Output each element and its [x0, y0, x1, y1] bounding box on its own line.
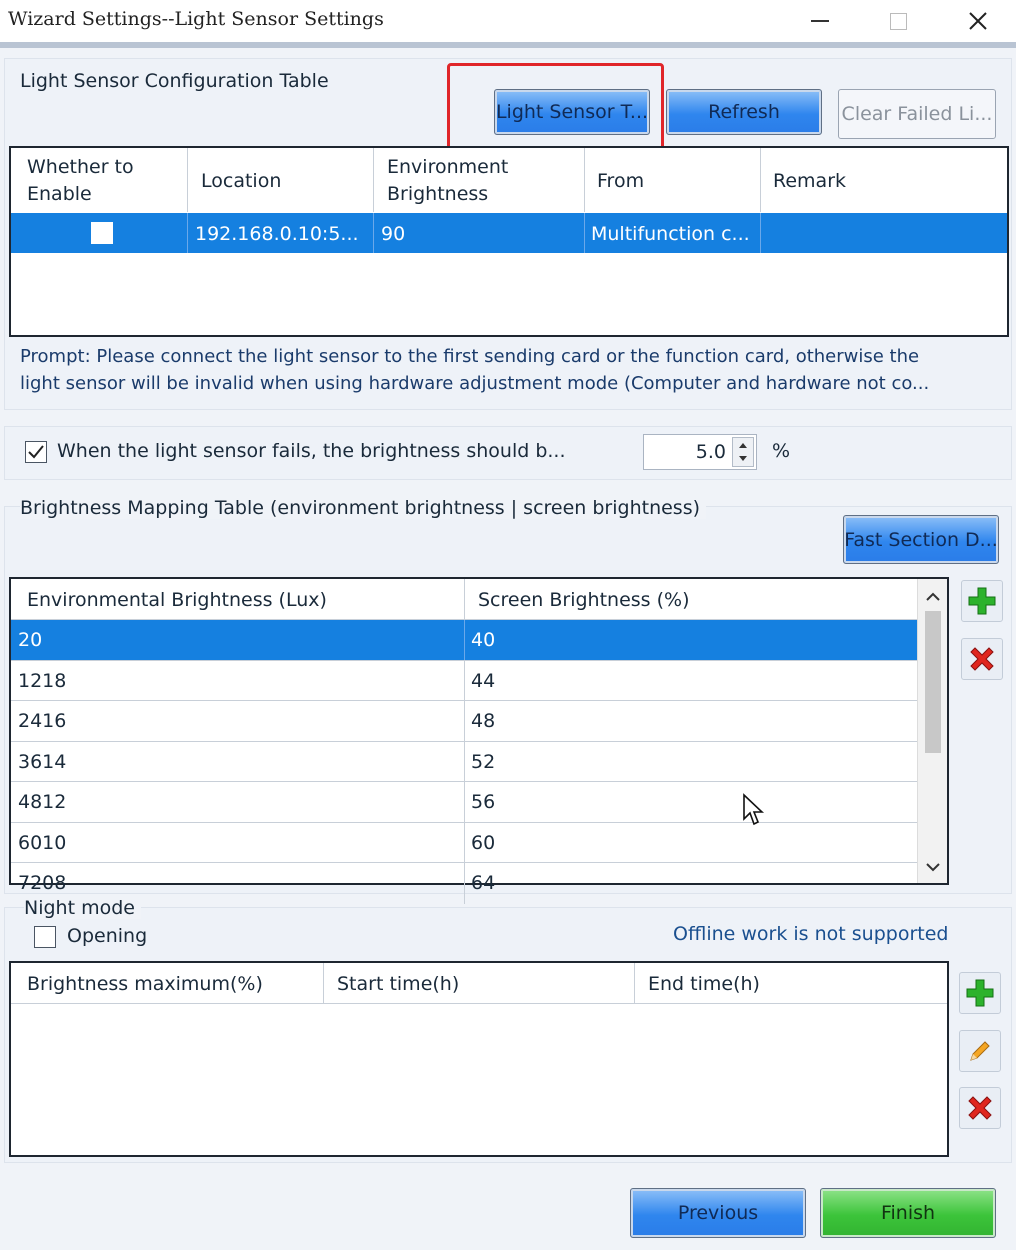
header-start-time: Start time(h)	[337, 973, 460, 995]
mapping-pct-cell: 64	[471, 872, 496, 894]
fast-section-button[interactable]: Fast Section D...	[843, 515, 999, 564]
mapping-row[interactable]: 20 40	[11, 619, 917, 661]
add-mapping-button[interactable]	[961, 580, 1003, 622]
pencil-icon	[970, 1041, 990, 1061]
mouse-cursor-icon	[743, 793, 765, 826]
plus-icon	[968, 587, 996, 615]
mapping-lux-cell: 6010	[18, 831, 67, 854]
maximize-icon	[889, 12, 907, 30]
scroll-down-icon[interactable]	[918, 853, 948, 883]
mapping-row[interactable]: 3614 52	[11, 740, 917, 782]
highlight-box	[447, 63, 664, 154]
sensor-from: Multifunction c...	[591, 223, 750, 245]
refresh-button[interactable]: Refresh	[666, 89, 822, 135]
night-section-title: Night mode	[24, 897, 141, 919]
config-section-title: Light Sensor Configuration Table	[20, 70, 329, 92]
spin-up-icon[interactable]	[733, 438, 753, 452]
clear-failed-button[interactable]: Clear Failed Li...	[838, 89, 996, 139]
header-enable: Whether to Enable	[27, 156, 134, 205]
mapping-lux-cell: 1218	[18, 669, 67, 692]
mapping-row[interactable]: 7208 64	[11, 862, 917, 904]
header-end-time: End time(h)	[648, 973, 760, 995]
header-remark: Remark	[773, 170, 847, 192]
delete-night-button[interactable]	[959, 1087, 1001, 1129]
mapping-lux-cell: 7208	[18, 872, 67, 894]
previous-button[interactable]: Previous	[630, 1188, 806, 1238]
header-env-lux: Environmental Brightness (Lux)	[27, 589, 327, 611]
finish-button[interactable]: Finish	[820, 1188, 996, 1238]
night-table: Brightness maximum(%) Start time(h) End …	[9, 961, 949, 1157]
failure-brightness-stepper[interactable]: 5.0	[643, 434, 757, 470]
sensor-brightness: 90	[381, 223, 406, 245]
mapping-section-title: Brightness Mapping Table (environment br…	[20, 497, 707, 519]
spin-down-icon[interactable]	[733, 452, 753, 466]
close-button[interactable]	[948, 0, 1008, 42]
mapping-pct-cell: 44	[471, 669, 496, 692]
title-bar: Wizard Settings--Light Sensor Settings	[0, 0, 1016, 42]
plus-icon	[966, 979, 994, 1007]
header-screen-pct: Screen Brightness (%)	[478, 589, 690, 611]
mapping-row[interactable]: 6010 60	[11, 821, 917, 863]
sensor-row[interactable]: 192.168.0.10:5... 90 Multifunction c...	[11, 213, 1007, 253]
scroll-thumb[interactable]	[925, 611, 941, 753]
mapping-lux-cell: 2416	[18, 710, 67, 732]
mapping-scrollbar[interactable]	[917, 579, 947, 883]
mapping-pct-cell: 48	[471, 710, 496, 732]
header-brightness-max: Brightness maximum(%)	[27, 973, 263, 995]
delete-x-icon	[970, 647, 994, 671]
failure-checkbox[interactable]	[25, 441, 47, 463]
night-opening-checkbox[interactable]	[34, 926, 56, 948]
prompt-line-2: light sensor will be invalid when using …	[20, 373, 930, 394]
delete-x-icon	[968, 1096, 992, 1120]
prompt-line-1: Prompt: Please connect the light sensor …	[20, 346, 920, 367]
add-night-button[interactable]	[959, 972, 1001, 1014]
mapping-pct-cell: 52	[471, 750, 496, 773]
mapping-pct-cell: 40	[471, 629, 496, 651]
header-from: From	[597, 170, 645, 192]
mapping-pct-cell: 60	[471, 831, 496, 854]
minimize-button[interactable]	[790, 0, 850, 42]
failure-brightness-value: 5.0	[695, 441, 726, 463]
maximize-button[interactable]	[868, 0, 928, 42]
mapping-row[interactable]: 4812 56	[11, 781, 917, 823]
scroll-up-icon[interactable]	[918, 581, 948, 611]
mapping-table: Environmental Brightness (Lux) Screen Br…	[9, 577, 949, 904]
mapping-row[interactable]: 2416 48	[11, 700, 917, 742]
failure-unit: %	[772, 440, 791, 462]
mapping-pct-cell: 56	[471, 791, 496, 813]
checkmark-icon	[28, 445, 44, 459]
stepper-buttons[interactable]	[732, 437, 754, 467]
header-environment-brightness: Environment Brightness	[387, 156, 509, 205]
mapping-row[interactable]: 1218 44	[11, 659, 917, 701]
sensor-config-table: Whether to Enable Location Environment B…	[9, 146, 1009, 337]
night-opening-label: Opening	[67, 925, 148, 947]
offline-note: Offline work is not supported	[673, 923, 949, 945]
failure-label: When the light sensor fails, the brightn…	[57, 440, 566, 462]
close-icon	[969, 12, 987, 30]
prompt-text: Prompt: Please connect the light sensor …	[20, 343, 1000, 397]
minimize-icon	[811, 20, 829, 22]
mapping-lux-cell: 3614	[18, 750, 67, 773]
enable-checkbox[interactable]	[91, 222, 113, 244]
mapping-lux-cell: 20	[18, 629, 43, 651]
sensor-location: 192.168.0.10:5...	[195, 223, 359, 245]
delete-mapping-button[interactable]	[961, 638, 1003, 680]
window-title: Wizard Settings--Light Sensor Settings	[8, 8, 384, 30]
title-separator	[0, 42, 1016, 48]
mapping-lux-cell: 4812	[18, 791, 67, 813]
header-location: Location	[201, 170, 282, 192]
edit-night-button[interactable]	[959, 1030, 1001, 1072]
